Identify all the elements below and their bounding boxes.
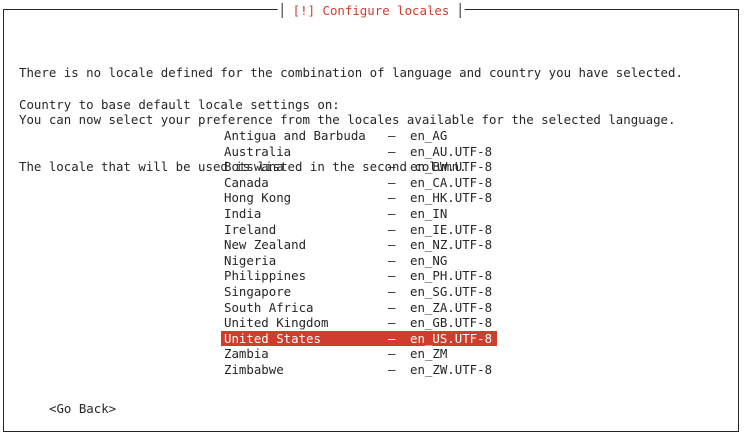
locale-separator: – [388, 361, 396, 377]
locale-country-name: United States [224, 330, 321, 346]
locale-code: en_ZA.UTF-8 [410, 299, 493, 315]
description-line: There is no locale defined for the combi… [19, 65, 683, 81]
locale-code: en_CA.UTF-8 [410, 174, 493, 190]
locale-country-name: Australia [224, 143, 292, 159]
locale-country-name: India [224, 205, 262, 221]
locale-separator: – [388, 174, 396, 190]
locale-separator: – [388, 190, 396, 206]
locale-separator: – [388, 159, 396, 175]
locale-option[interactable]: New Zealand – en_NZ.UTF-8 [221, 237, 501, 253]
locale-separator: – [388, 330, 396, 346]
locale-code: en_NZ.UTF-8 [410, 237, 493, 253]
locale-separator: – [388, 221, 396, 237]
locale-code: en_US.UTF-8 [410, 330, 493, 346]
locale-country-name: South Africa [224, 299, 314, 315]
locale-separator: – [388, 315, 396, 331]
locale-country-name: Ireland [224, 221, 277, 237]
locale-country-name: United Kingdom [224, 315, 329, 331]
locale-option[interactable]: United Kingdom – en_GB.UTF-8 [221, 315, 501, 331]
locale-code: en_BW.UTF-8 [410, 159, 493, 175]
locale-separator: – [388, 299, 396, 315]
country-prompt: Country to base default locale settings … [19, 97, 340, 112]
locale-code: en_NG [410, 252, 448, 268]
locale-code: en_ZW.UTF-8 [410, 361, 493, 377]
locale-separator: – [388, 346, 396, 362]
locale-option[interactable]: Hong Kong – en_HK.UTF-8 [221, 190, 501, 206]
locale-option[interactable]: Zambia – en_ZM [221, 346, 501, 362]
locale-option[interactable]: South Africa – en_ZA.UTF-8 [221, 300, 501, 316]
locale-option[interactable]: Australia – en_AU.UTF-8 [221, 144, 501, 160]
locale-country-name: Philippines [224, 268, 307, 284]
locale-country-name: Antigua and Barbuda [224, 128, 366, 143]
locale-code: en_SG.UTF-8 [410, 283, 493, 299]
locale-separator: – [388, 283, 396, 299]
locale-separator: – [388, 237, 396, 253]
locale-country-name: Singapore [224, 283, 292, 299]
locale-option[interactable]: India – en_IN [221, 206, 501, 222]
locale-code: en_PH.UTF-8 [410, 268, 493, 284]
locale-option[interactable]: United States – en_US.UTF-8 [221, 330, 497, 347]
locale-code: en_IE.UTF-8 [410, 221, 493, 237]
locale-option[interactable]: Singapore – en_SG.UTF-8 [221, 284, 501, 300]
locale-code: en_AU.UTF-8 [410, 143, 493, 159]
locale-country-name: New Zealand [224, 237, 307, 253]
locale-country-name: Zambia [224, 346, 269, 362]
locale-code: en_ZM [410, 346, 448, 362]
configure-locales-dialog: [!] Configure locales There is no locale… [3, 2, 739, 432]
locale-option[interactable]: Antigua and Barbuda – en_AG [221, 128, 501, 144]
locale-country-name: Hong Kong [224, 190, 292, 206]
locale-code: en_HK.UTF-8 [410, 190, 493, 206]
installer-screen: [!] Configure locales There is no locale… [0, 0, 745, 438]
locale-country-name: Botswana [224, 159, 284, 175]
locale-country-name: Canada [224, 174, 269, 190]
title-right-bracket [459, 2, 461, 18]
locale-country-name: Zimbabwe [224, 361, 284, 377]
description-line: You can now select your preference from … [19, 111, 676, 127]
dialog-title-bar: [!] Configure locales [277, 2, 465, 18]
locale-option[interactable]: Zimbabwe – en_ZW.UTF-8 [221, 362, 501, 378]
dialog-title: [!] Configure locales [292, 2, 450, 18]
locale-separator: – [388, 268, 396, 284]
locale-option[interactable]: Ireland – en_IE.UTF-8 [221, 222, 501, 238]
locale-option[interactable]: Nigeria – en_NG [221, 253, 501, 269]
locale-option[interactable]: Philippines – en_PH.UTF-8 [221, 268, 501, 284]
locale-separator: – [388, 128, 396, 143]
locale-country-name: Nigeria [224, 252, 277, 268]
locale-option[interactable]: Botswana – en_BW.UTF-8 [221, 159, 501, 175]
locale-separator: – [388, 205, 396, 221]
locale-option[interactable]: Canada – en_CA.UTF-8 [221, 175, 501, 191]
go-back-button[interactable]: <Go Back> [49, 401, 116, 417]
locale-code: en_IN [410, 205, 448, 221]
locale-list: Antigua and Barbuda – en_AG Australia – en_AU… [221, 128, 501, 378]
locale-separator: – [388, 252, 396, 268]
locale-code: en_GB.UTF-8 [410, 315, 493, 331]
locale-separator: – [388, 143, 396, 159]
locale-code: en_AG [410, 128, 448, 143]
